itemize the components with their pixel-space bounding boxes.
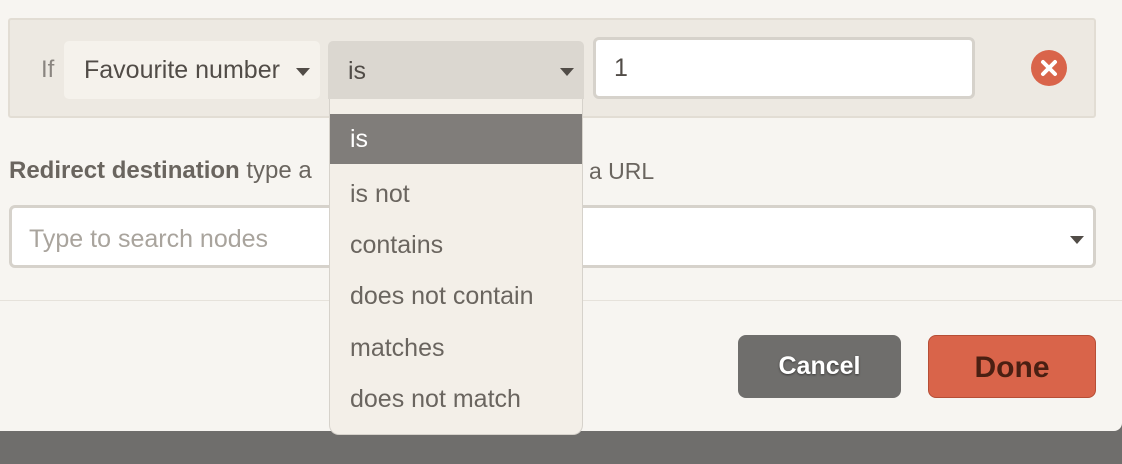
chevron-down-icon	[296, 68, 310, 76]
operator-option[interactable]: is	[330, 114, 582, 164]
if-label: If	[41, 56, 55, 83]
redirect-destination-label: Redirect destination type a	[9, 157, 312, 185]
cancel-button[interactable]: Cancel	[738, 335, 901, 398]
rule-value-input[interactable]	[593, 37, 975, 99]
operator-option[interactable]: matches	[330, 323, 582, 373]
remove-rule-button[interactable]	[1031, 50, 1067, 86]
field-select-value: Favourite number	[84, 56, 280, 84]
remove-icon	[1041, 60, 1057, 76]
operator-dropdown-menu: is is not contains does not contain matc…	[329, 99, 583, 435]
done-button[interactable]: Done	[928, 335, 1096, 398]
operator-option[interactable]: is not	[330, 169, 582, 219]
operator-select[interactable]: is	[328, 41, 584, 99]
chevron-down-icon	[560, 68, 574, 76]
redirect-destination-title: Redirect destination	[9, 157, 240, 184]
redirect-destination-hint: type a	[246, 157, 312, 184]
operator-select-value: is	[348, 57, 367, 85]
field-select[interactable]: Favourite number	[64, 41, 320, 99]
redirect-destination-hint-tail: a URL	[589, 158, 655, 184]
operator-option[interactable]: does not contain	[330, 271, 582, 321]
operator-option[interactable]: contains	[330, 220, 582, 270]
node-search-placeholder: Type to search nodes	[29, 225, 269, 253]
chevron-down-icon	[1070, 236, 1084, 244]
operator-option[interactable]: does not match	[330, 374, 582, 424]
edit-rule-modal: If Favourite number is Redirect destinat…	[0, 0, 1122, 435]
